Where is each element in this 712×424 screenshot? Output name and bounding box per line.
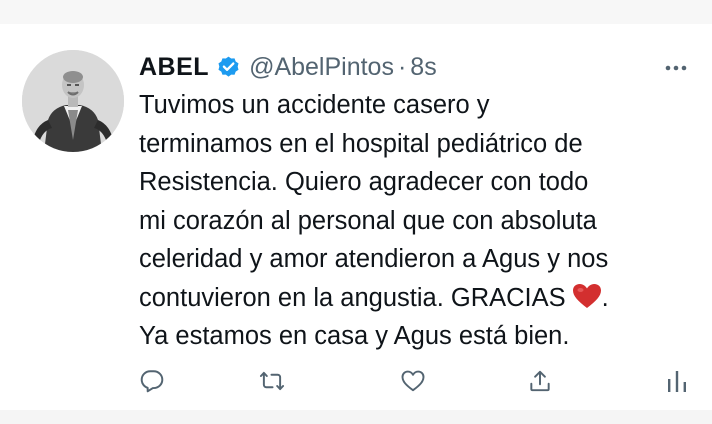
tweet-text-line: Ya estamos en casa y Agus está bien. xyxy=(139,322,570,350)
verified-badge-icon xyxy=(216,55,241,80)
top-strip xyxy=(0,0,712,24)
tweet-text-line: Tuvimos un accidente casero y xyxy=(139,91,490,119)
tweet-text-line: terminamos en el hospital pediátrico de xyxy=(139,129,583,158)
tweet-text-line: Resistencia. Quiero agradecer con todo xyxy=(139,168,589,196)
tweet-text-line: celeridad y amor atendieron a Agus y nos xyxy=(139,245,609,273)
tweet-actions xyxy=(0,364,712,398)
avatar[interactable] xyxy=(22,50,124,152)
reply-icon[interactable] xyxy=(135,364,169,398)
bottom-strip xyxy=(0,410,712,424)
tweet-header: ABEL @AbelPintos · 8s xyxy=(139,50,437,84)
red-heart-emoji-icon xyxy=(572,282,602,308)
more-options-icon[interactable] xyxy=(662,54,690,82)
display-name[interactable]: ABEL xyxy=(139,53,209,82)
tweet-text-line-with-emoji: contuvieron en la angustia. GRACIAS. xyxy=(139,279,699,318)
tweet-text-period: . xyxy=(601,283,609,312)
timestamp[interactable]: 8s xyxy=(410,53,436,82)
separator-dot: · xyxy=(397,52,407,81)
tweet-text: Tuvimos un accidente casero y terminamos… xyxy=(139,86,699,356)
analytics-icon[interactable] xyxy=(660,364,694,398)
like-icon[interactable] xyxy=(396,364,430,398)
tweet-text-segment: contuvieron en la angustia. GRACIAS xyxy=(139,283,566,312)
avatar-photo xyxy=(22,50,124,152)
retweet-icon[interactable] xyxy=(255,364,289,398)
tweet-text-line: mi corazón al personal que con absoluta xyxy=(139,206,597,235)
share-icon[interactable] xyxy=(523,364,557,398)
user-handle[interactable]: @AbelPintos xyxy=(249,53,394,82)
tweet-card[interactable]: ABEL @AbelPintos · 8s Tuvimos un acciden… xyxy=(0,24,712,410)
